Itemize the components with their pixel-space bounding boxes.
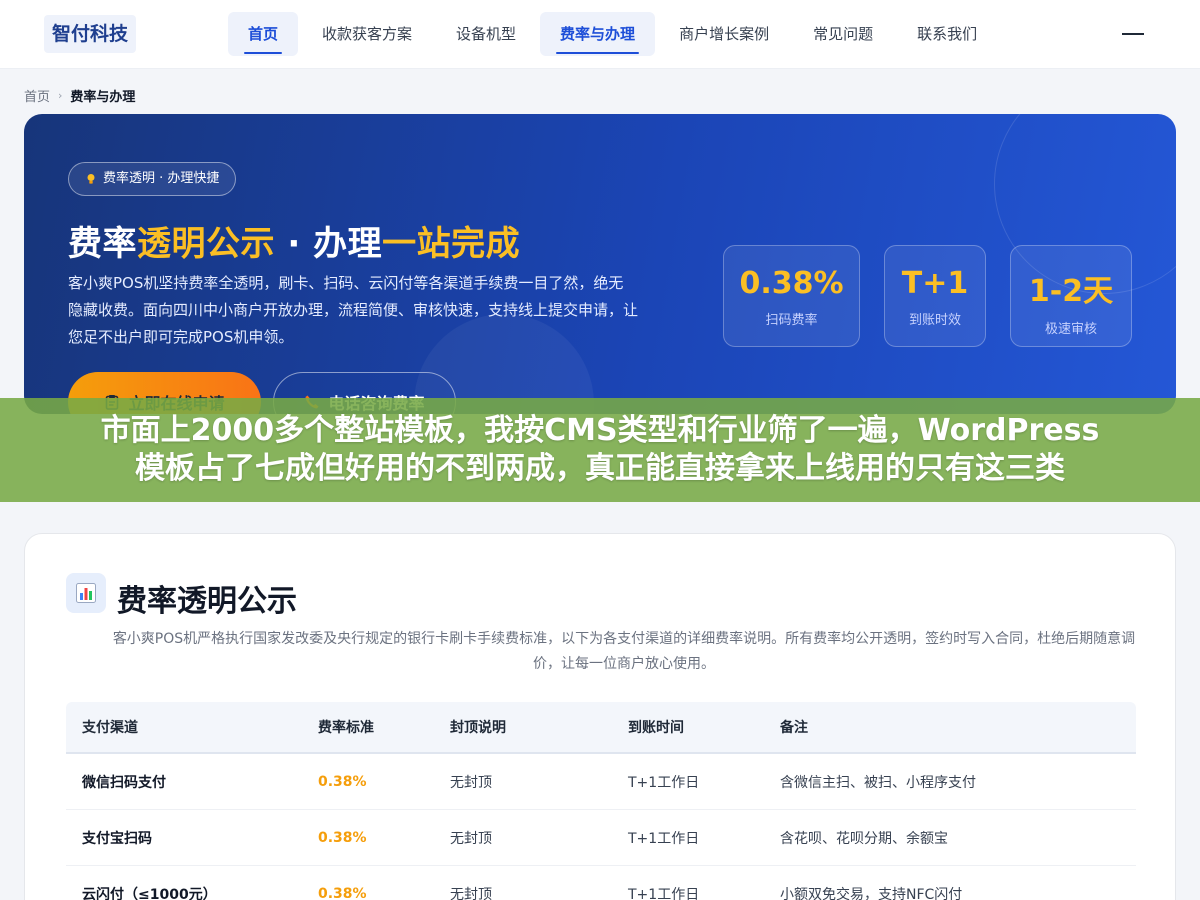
hero-description: 客小爽POS机坚持费率全透明，刷卡、扫码、云闪付等各渠道手续费一目了然，绝无隐藏… bbox=[68, 274, 639, 346]
channel-cell: 微信扫码支付 bbox=[82, 774, 166, 791]
stat-label: 到账时效 bbox=[908, 313, 961, 328]
column-header: 备注 bbox=[780, 720, 808, 736]
stat-label: 极速审核 bbox=[1044, 322, 1097, 337]
site-logo[interactable]: 智付科技 bbox=[44, 15, 137, 53]
settlement-cell: T+1工作日 bbox=[628, 886, 700, 900]
settlement-cell: T+1工作日 bbox=[628, 830, 700, 847]
table-row: 云闪付（≤1000元） 0.38% 无封顶 T+1工作日 小额双免交易，支持NF… bbox=[66, 866, 1136, 900]
channel-cell: 支付宝扫码 bbox=[82, 830, 152, 847]
rate-cell: 0.38% bbox=[318, 885, 367, 900]
section-title: 费率透明公示 bbox=[117, 584, 297, 619]
stat-value: T+1 bbox=[901, 266, 969, 301]
breadcrumb-current: 费率与办理 bbox=[70, 89, 136, 105]
rates-section: 费率透明公示 客小爽POS机严格执行国家发改委及央行规定的银行卡刷卡手续费标准，… bbox=[24, 533, 1176, 900]
note-cell: 含花呗、花呗分期、余额宝 bbox=[780, 830, 948, 847]
overlay-caption-line-1: 市面上2000多个整站模板，我按CMS类型和行业筛了一遍，WordPress bbox=[100, 413, 1100, 448]
note-cell: 含微信主扫、被扫、小程序支付 bbox=[780, 774, 976, 791]
stat-card-settlement: T+1 到账时效 bbox=[884, 245, 986, 347]
hero-title-part-2: · 办理 bbox=[275, 224, 383, 264]
column-header: 支付渠道 bbox=[82, 720, 138, 736]
overlay-caption-banner: 市面上2000多个整站模板，我按CMS类型和行业筛了一遍，WordPress 模… bbox=[0, 398, 1200, 502]
section-description: 客小爽POS机严格执行国家发改委及央行规定的银行卡刷卡手续费标准，以下为各支付渠… bbox=[112, 631, 1136, 672]
breadcrumb-separator: › bbox=[58, 88, 63, 102]
settlement-cell: T+1工作日 bbox=[628, 774, 700, 791]
stat-card-review: 1-2天 极速审核 bbox=[1010, 245, 1132, 347]
nav-item-contact[interactable]: 联系我们 bbox=[897, 12, 997, 56]
hero-title-highlight-1: 透明公示 bbox=[137, 224, 275, 264]
table-row: 微信扫码支付 0.38% 无封顶 T+1工作日 含微信主扫、被扫、小程序支付 bbox=[66, 754, 1136, 810]
nav-item-rates[interactable]: 费率与办理 bbox=[540, 12, 656, 56]
bar-chart-icon bbox=[66, 573, 106, 613]
rates-table: 支付渠道 费率标准 封顶说明 到账时间 备注 微信扫码支付 0.38% 无封顶 … bbox=[66, 702, 1136, 900]
breadcrumb: 首页 › 费率与办理 bbox=[24, 86, 136, 105]
hero-badge: 费率透明 · 办理快捷 bbox=[68, 162, 237, 196]
nav-item-solutions[interactable]: 收款获客方案 bbox=[302, 12, 432, 56]
channel-cell: 云闪付（≤1000元） bbox=[82, 886, 217, 900]
main-nav: 首页 收款获客方案 设备机型 费率与办理 商户增长案例 常见问题 联系我们 bbox=[228, 12, 1001, 56]
column-header: 费率标准 bbox=[318, 720, 374, 736]
hero-title: 费率透明公示 · 办理一站完成 bbox=[68, 216, 520, 265]
rate-cell: 0.38% bbox=[318, 829, 367, 846]
overlay-caption: 市面上2000多个整站模板，我按CMS类型和行业筛了一遍，WordPress 模… bbox=[101, 412, 1100, 488]
rate-cell: 0.38% bbox=[318, 773, 367, 790]
lightbulb-icon bbox=[87, 174, 95, 184]
hero-banner: 费率透明 · 办理快捷 费率透明公示 · 办理一站完成 客小爽POS机坚持费率全… bbox=[24, 114, 1176, 414]
site-header: 智付科技 首页 收款获客方案 设备机型 费率与办理 商户增长案例 常见问题 联系… bbox=[0, 0, 1200, 68]
stat-value: 0.38% bbox=[739, 266, 844, 301]
hamburger-icon[interactable] bbox=[1122, 28, 1146, 40]
nav-item-faq[interactable]: 常见问题 bbox=[793, 12, 893, 56]
hero-badge-text: 费率透明 · 办理快捷 bbox=[103, 171, 220, 186]
cap-cell: 无封顶 bbox=[450, 886, 492, 900]
breadcrumb-home[interactable]: 首页 bbox=[24, 86, 50, 105]
overlay-caption-line-2: 模板占了七成但好用的不到两成，真正能直接拿来上线用的只有这三类 bbox=[135, 451, 1065, 486]
table-row: 支付宝扫码 0.38% 无封顶 T+1工作日 含花呗、花呗分期、余额宝 bbox=[66, 810, 1136, 866]
cap-cell: 无封顶 bbox=[450, 774, 492, 791]
column-header: 到账时间 bbox=[628, 720, 684, 736]
hero-title-part-1: 费率 bbox=[68, 224, 137, 264]
nav-item-devices[interactable]: 设备机型 bbox=[436, 12, 536, 56]
table-header: 支付渠道 费率标准 封顶说明 到账时间 备注 bbox=[66, 702, 1136, 754]
stat-label: 扫码费率 bbox=[765, 313, 818, 328]
stat-card-rate: 0.38% 扫码费率 bbox=[723, 245, 860, 347]
stat-value: 1-2天 bbox=[1028, 274, 1114, 309]
nav-item-cases[interactable]: 商户增长案例 bbox=[659, 12, 789, 56]
cap-cell: 无封顶 bbox=[450, 830, 492, 847]
nav-item-home[interactable]: 首页 bbox=[228, 12, 299, 56]
hero-title-highlight-2: 一站完成 bbox=[382, 224, 521, 264]
note-cell: 小额双免交易，支持NFC闪付 bbox=[780, 886, 963, 900]
column-header: 封顶说明 bbox=[450, 720, 506, 736]
